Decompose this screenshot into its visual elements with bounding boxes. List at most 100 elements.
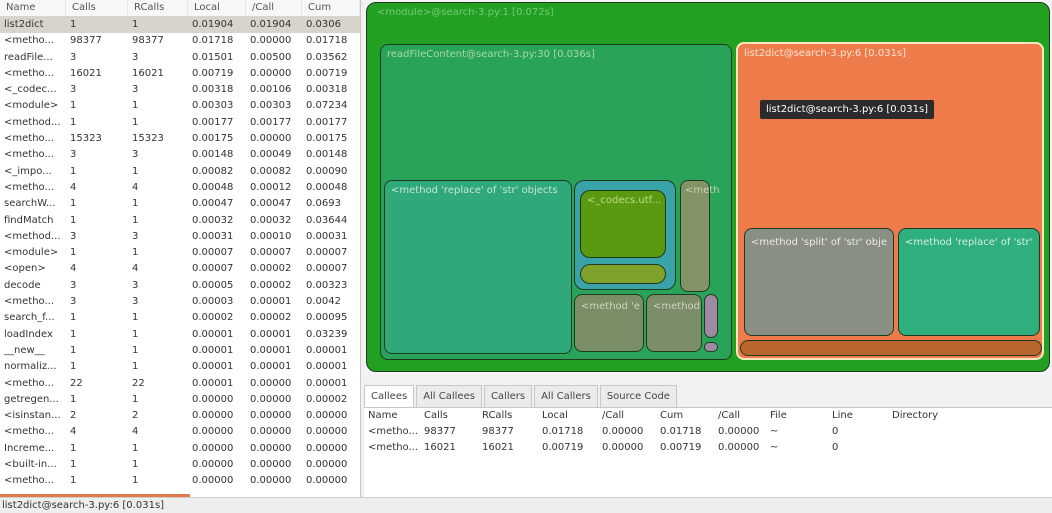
table-cell: 0.00001 (250, 361, 292, 373)
table-row[interactable]: decode 3 3 0.00005 0.00002 0.00323 (0, 278, 360, 294)
map-small-box-1[interactable] (704, 294, 718, 338)
table-row[interactable]: loadIndex 1 1 0.00001 0.00001 0.03239 (0, 327, 360, 343)
table-cell (888, 440, 1008, 456)
table-row[interactable]: <metho... 1 1 0.00000 0.00000 0.00000 (0, 473, 360, 489)
table-row[interactable]: <metho... 16021 16021 0.00719 0.00000 0.00719… (364, 440, 1052, 456)
table-row[interactable]: <method... 1 1 0.00177 0.00177 0.00177 (0, 115, 360, 131)
table-row[interactable]: readFile... 3 3 0.01501 0.00500 0.03562 (0, 50, 360, 66)
table-row[interactable]: <metho... 3 3 0.00003 0.00001 0.0042 (0, 294, 360, 310)
table-row[interactable]: <module> 1 1 0.00303 0.00303 0.07234 (0, 98, 360, 114)
table-cell: 1 (70, 165, 77, 177)
table-cell: 16021 (482, 442, 514, 453)
table-row[interactable]: Increme... 1 1 0.00000 0.00000 0.00000 (0, 441, 360, 457)
table-row[interactable]: searchW... 1 1 0.00047 0.00047 0.0693 (0, 196, 360, 212)
bt-col-calls[interactable]: Calls (420, 408, 478, 424)
table-cell: 0.00002 (250, 263, 292, 275)
map-read-replace-box[interactable]: <method 'replace' of 'str' objects (384, 180, 572, 354)
tab-source-code[interactable]: Source Code (599, 385, 677, 407)
map-split-box[interactable]: <method 'split' of 'str' obje (744, 228, 894, 336)
table-row[interactable]: <open> 4 4 0.00007 0.00002 0.00007 (0, 261, 360, 277)
table-cell: 0.00003 (192, 296, 234, 308)
table-cell: <metho... (368, 442, 419, 453)
table-cell: __new__ (4, 344, 45, 356)
table-cell: 3 (132, 230, 139, 242)
table-cell: <module> (4, 247, 59, 259)
map-list2dict-label: list2dict@search-3.py:6 [0.031s] (744, 48, 907, 59)
table-row[interactable]: <metho... 98377 98377 0.01718 0.00000 0.01718… (364, 424, 1052, 440)
map-codecs-inner[interactable] (580, 264, 666, 284)
table-row[interactable]: <metho... 15323 15323 0.00175 0.00000 0.00175 (0, 131, 360, 147)
callees-table[interactable]: Name Calls RCalls Local /Call Cum /Call … (364, 407, 1052, 498)
bt-col-line[interactable]: Line (828, 408, 888, 424)
table-row[interactable]: <method... 3 3 0.00031 0.00010 0.00031 (0, 229, 360, 245)
table-row[interactable]: <metho... 16021 16021 0.00719 0.00000 0.00719 (0, 66, 360, 82)
table-cell: 1 (132, 214, 139, 226)
map-meth-box[interactable]: <meth (680, 180, 720, 292)
table-cell: 0.00000 (718, 442, 760, 453)
tab-callees[interactable]: Callees (364, 385, 415, 407)
bt-col-file[interactable]: File (766, 408, 828, 424)
table-row[interactable]: <_impo... 1 1 0.00082 0.00082 0.00090 (0, 164, 360, 180)
bt-col-cum[interactable]: Cum (656, 408, 714, 424)
col-percall[interactable]: /Call (246, 0, 302, 16)
table-row[interactable]: <built-in... 1 1 0.00000 0.00000 0.00000 (0, 457, 360, 473)
bt-col-directory[interactable]: Directory (888, 408, 1008, 424)
table-row[interactable]: <module> 1 1 0.00007 0.00007 0.00007 (0, 245, 360, 261)
table-row[interactable]: <metho... 3 3 0.00148 0.00049 0.00148 (0, 147, 360, 163)
table-cell: 0.00318 (192, 84, 234, 96)
table-cell: 1 (132, 100, 139, 112)
col-local[interactable]: Local (188, 0, 246, 16)
table-cell: 0.00177 (306, 116, 348, 128)
table-cell: 0.00177 (250, 116, 292, 128)
function-table[interactable]: Name Calls RCalls Local /Call Cum list2d… (0, 0, 361, 497)
table-row[interactable]: <_codec... 3 3 0.00318 0.00106 0.00318 (0, 82, 360, 98)
bt-col-local[interactable]: Local (538, 408, 598, 424)
table-row[interactable]: getregen... 1 1 0.00000 0.00000 0.00002 (0, 392, 360, 408)
table-row[interactable]: <isinstan... 2 2 0.00000 0.00000 0.00000 (0, 408, 360, 424)
table-cell: readFile... (4, 51, 53, 63)
col-rcalls[interactable]: RCalls (128, 0, 188, 16)
table-cell: 0.00000 (192, 393, 234, 405)
table-cell: 16021 (132, 67, 164, 79)
tab-callers[interactable]: Callers (483, 385, 533, 407)
table-row[interactable]: <metho... 4 4 0.00000 0.00000 0.00000 (0, 424, 360, 440)
table-row[interactable]: normaliz... 1 1 0.00001 0.00001 0.00001 (0, 359, 360, 375)
table-row[interactable]: search_f... 1 1 0.00002 0.00002 0.00095 (0, 310, 360, 326)
table-cell: 0.00090 (306, 165, 348, 177)
table-row[interactable]: __new__ 1 1 0.00001 0.00001 0.00001 (0, 343, 360, 359)
bt-col-percall2[interactable]: /Call (714, 408, 766, 424)
tab-all-callers[interactable]: All Callers (534, 385, 598, 407)
col-cum[interactable]: Cum (302, 0, 360, 16)
square-map[interactable]: <module>@search-3.py:1 [0.072s] readFile… (364, 0, 1052, 375)
table-cell: 0.00048 (306, 181, 348, 193)
table-cell: 0.00031 (192, 230, 234, 242)
col-name[interactable]: Name (0, 0, 66, 16)
table-row[interactable]: <metho... 4 4 0.00048 0.00012 0.00048 (0, 180, 360, 196)
table-row[interactable]: <metho... 98377 98377 0.01718 0.00000 0.01718 (0, 33, 360, 49)
table-cell: 1 (132, 459, 139, 471)
map-method-box[interactable]: <method (646, 294, 702, 352)
bt-col-name[interactable]: Name (364, 408, 420, 424)
table-cell: 0.00001 (250, 344, 292, 356)
tab-all-callees[interactable]: All Callees (416, 385, 482, 407)
bt-col-percall[interactable]: /Call (598, 408, 656, 424)
map-list2dict-bar[interactable] (740, 340, 1042, 356)
status-bar: list2dict@search-3.py:6 [0.031s] (0, 497, 1052, 513)
table-cell: 3 (132, 84, 139, 96)
map-method-e-box[interactable]: <method 'e (574, 294, 644, 352)
map-small-box-2[interactable] (704, 342, 718, 352)
table-cell: 0.07234 (306, 100, 348, 112)
table-row[interactable]: <metho... 22 22 0.00001 0.00000 0.00001 (0, 376, 360, 392)
bt-col-rcalls[interactable]: RCalls (478, 408, 538, 424)
table-cell: 1 (132, 393, 139, 405)
table-cell: 3 (132, 296, 139, 308)
table-cell: 4 (132, 263, 139, 275)
table-row[interactable]: list2dict 1 1 0.01904 0.01904 0.0306 (0, 17, 360, 34)
map-replace2-box[interactable]: <method 'replace' of 'str' (898, 228, 1040, 336)
table-cell: 0.00000 (602, 442, 644, 453)
col-calls[interactable]: Calls (66, 0, 128, 16)
table-row[interactable]: findMatch 1 1 0.00032 0.00032 0.03644 (0, 213, 360, 229)
table-cell: <open> (4, 263, 46, 275)
table-cell: 0.00002 (250, 279, 292, 291)
map-codecs-box[interactable]: <_codecs.utf... (580, 190, 666, 258)
